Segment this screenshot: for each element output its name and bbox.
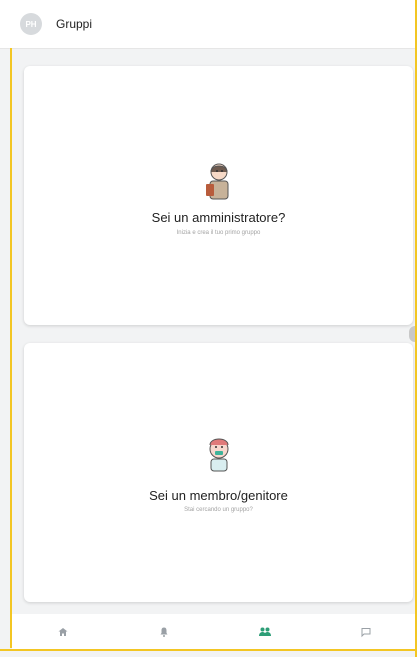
admin-card[interactable]: Sei un amministratore? Inizia e crea il … bbox=[24, 66, 413, 325]
home-icon bbox=[58, 628, 68, 636]
nav-groups[interactable] bbox=[235, 614, 295, 650]
frame-edge-bottom bbox=[0, 649, 417, 651]
chat-icon bbox=[361, 628, 371, 638]
bell-icon bbox=[160, 627, 168, 637]
groups-icon bbox=[259, 627, 272, 636]
app-bar: PH Gruppi bbox=[0, 0, 415, 49]
admin-card-subtitle: Inizia e crea il tuo primo gruppo bbox=[176, 230, 261, 236]
member-card-title: Sei un membro/genitore bbox=[149, 488, 288, 503]
nav-notifications[interactable] bbox=[134, 614, 194, 650]
admin-illustration-icon bbox=[205, 163, 228, 200]
avatar-initials: PH bbox=[25, 19, 37, 29]
page-title: Gruppi bbox=[56, 17, 93, 31]
nav-messages[interactable] bbox=[336, 614, 396, 650]
frame-edge-left bbox=[10, 48, 12, 648]
bottom-navigation bbox=[12, 614, 417, 650]
app-frame: PH Gruppi Sei un amministratore? Inizia … bbox=[0, 0, 417, 657]
admin-card-title: Sei un amministratore? bbox=[151, 210, 286, 225]
nav-home[interactable] bbox=[33, 614, 93, 650]
member-illustration-icon bbox=[209, 438, 228, 472]
member-card[interactable]: Sei un membro/genitore Stai cercando un … bbox=[24, 343, 413, 602]
member-card-subtitle: Stai cercando un gruppo? bbox=[184, 507, 253, 513]
avatar[interactable]: PH bbox=[20, 13, 42, 35]
